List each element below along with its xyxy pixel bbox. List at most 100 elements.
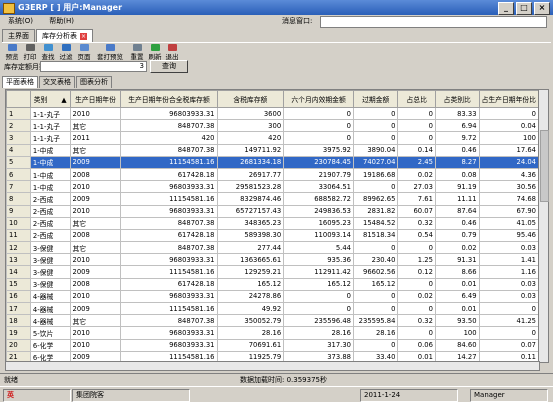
table-cell[interactable]: 11154581.16 <box>120 192 218 206</box>
tab-cross-table[interactable]: 交叉表格 <box>39 76 75 88</box>
table-cell[interactable]: 96803933.31 <box>120 326 218 340</box>
table-cell[interactable]: 4-器械 <box>29 301 71 316</box>
table-cell[interactable]: 100 <box>434 326 480 340</box>
table-cell[interactable]: 83.33 <box>434 106 480 121</box>
table-cell[interactable]: 2010 <box>69 338 122 352</box>
table-cell[interactable]: 277.44 <box>216 241 285 255</box>
table-cell[interactable]: 0 <box>283 106 354 121</box>
preview-button[interactable]: 预览 <box>5 44 19 61</box>
table-row[interactable]: 18 4-器械 其它 848707.38 350052.79 235596.48 23559… <box>6 314 539 328</box>
table-cell[interactable]: 2010 <box>69 204 122 218</box>
table-cell[interactable]: 0 <box>397 106 436 121</box>
table-cell[interactable]: 235595.84 <box>352 314 399 328</box>
table-row[interactable]: 10 2-西成 其它 848707.38 348365.23 16095.23 15484.… <box>6 216 539 230</box>
table-row[interactable]: 6 1-中成 2008 617428.18 26917.77 21907.79 19186.… <box>6 167 539 182</box>
table-cell[interactable]: 165.12 <box>352 277 399 291</box>
table-cell[interactable]: 0 <box>352 119 399 133</box>
table-cell[interactable]: 230784.45 <box>283 155 354 169</box>
table-cell[interactable]: 49.92 <box>216 301 285 316</box>
query-button[interactable]: 查询 <box>150 60 188 73</box>
table-cell[interactable]: 149711.92 <box>216 143 285 157</box>
menu-help[interactable]: 帮助(H) <box>49 17 74 25</box>
table-cell[interactable]: 2010 <box>69 289 122 304</box>
table-cell[interactable]: 16095.23 <box>283 216 354 230</box>
table-cell[interactable]: 0 <box>352 106 399 121</box>
column-header[interactable]: 过期金额 <box>352 90 399 108</box>
table-cell[interactable]: 3890.04 <box>352 143 399 157</box>
table-cell[interactable]: 19186.68 <box>352 167 399 182</box>
data-grid[interactable]: 类别 ▲ 生产日期年份 生产日期年份合全税库存额 含税库存额 六个月内效期金额 过期金额 占总… <box>5 89 540 363</box>
column-header[interactable]: 六个月内效期金额 <box>283 90 354 108</box>
table-row[interactable]: 20 6-化学 2010 96803933.31 70691.61 317.30 0 0.06… <box>6 338 539 352</box>
row-number[interactable]: 10 <box>6 216 31 230</box>
table-row[interactable]: 14 3-保健 2009 11154581.16 129259.21 112911.42 9… <box>6 265 539 279</box>
table-cell[interactable]: 0 <box>352 289 399 304</box>
table-cell[interactable]: 9.72 <box>434 131 480 145</box>
table-cell[interactable]: 30.56 <box>478 180 539 194</box>
row-number[interactable]: 3 <box>6 131 31 145</box>
table-cell[interactable]: 0.06 <box>397 338 436 352</box>
table-row[interactable]: 7 1-中成 2010 96803933.31 29581523.28 33064.51 0… <box>6 180 539 194</box>
table-cell[interactable]: 3-保健 <box>29 265 71 279</box>
table-cell[interactable]: 8.66 <box>434 265 480 279</box>
table-cell[interactable]: 0 <box>397 131 436 145</box>
table-cell[interactable]: 2831.82 <box>352 204 399 218</box>
table-cell[interactable]: 617428.18 <box>120 167 218 182</box>
table-cell[interactable]: 其它 <box>69 143 122 157</box>
maximize-button[interactable]: □ <box>516 2 532 15</box>
table-cell[interactable]: 2.45 <box>397 155 436 169</box>
row-number[interactable]: 18 <box>6 314 31 328</box>
table-row[interactable]: 2 1-1-丸子 其它 848707.38 300 0 0 0 6.94 0.04 <box>6 119 539 133</box>
table-cell[interactable]: 300 <box>216 119 285 133</box>
table-cell[interactable]: 935.36 <box>283 253 354 267</box>
table-cell[interactable]: 1363665.61 <box>216 253 285 267</box>
table-cell[interactable]: 3-保健 <box>29 277 71 291</box>
close-button[interactable]: × <box>534 2 550 15</box>
table-cell[interactable]: 65727157.43 <box>216 204 285 218</box>
row-number[interactable]: 17 <box>6 301 31 316</box>
table-cell[interactable]: 0 <box>397 277 436 291</box>
row-number[interactable]: 11 <box>6 228 31 243</box>
table-cell[interactable]: 4-器械 <box>29 289 71 304</box>
table-cell[interactable]: 0 <box>397 326 436 340</box>
table-cell[interactable]: 2-西成 <box>29 204 71 218</box>
table-cell[interactable]: 28.16 <box>352 326 399 340</box>
table-row[interactable]: 17 4-器械 2009 11154581.16 49.92 0 0 0 0.01 0 <box>6 301 539 316</box>
table-cell[interactable]: 165.12 <box>216 277 285 291</box>
menu-system[interactable]: 系统(O) <box>8 17 33 25</box>
table-cell[interactable]: 1.16 <box>478 265 539 279</box>
row-number[interactable]: 6 <box>6 167 31 182</box>
table-cell[interactable]: 91.19 <box>434 180 480 194</box>
table-cell[interactable]: 28.16 <box>283 326 354 340</box>
table-cell[interactable]: 81518.34 <box>352 228 399 243</box>
table-cell[interactable]: 0.32 <box>397 216 436 230</box>
table-cell[interactable]: 0.32 <box>397 314 436 328</box>
table-cell[interactable]: 348365.23 <box>216 216 285 230</box>
page-button[interactable]: 页面 <box>77 44 91 61</box>
table-cell[interactable]: 2009 <box>69 192 122 206</box>
table-cell[interactable]: 0.04 <box>478 119 539 133</box>
table-row[interactable]: 9 2-西成 2010 96803933.31 65727157.43 249836.53… <box>6 204 539 218</box>
table-cell[interactable]: 0.46 <box>434 216 480 230</box>
table-cell[interactable]: 0 <box>478 301 539 316</box>
table-cell[interactable]: 0.54 <box>397 228 436 243</box>
table-cell[interactable]: 28.16 <box>216 326 285 340</box>
table-cell[interactable]: 26917.77 <box>216 167 285 182</box>
row-number[interactable]: 4 <box>6 143 31 157</box>
row-number[interactable]: 1 <box>6 106 31 121</box>
table-cell[interactable]: 165.12 <box>283 277 354 291</box>
table-cell[interactable]: 0 <box>283 301 354 316</box>
table-cell[interactable]: 2010 <box>69 253 122 267</box>
table-cell[interactable]: 848707.38 <box>120 216 218 230</box>
table-cell[interactable]: 93.50 <box>434 314 480 328</box>
table-cell[interactable]: 0.08 <box>434 167 480 182</box>
table-cell[interactable]: 2008 <box>69 167 122 182</box>
table-cell[interactable]: 0.01 <box>434 277 480 291</box>
table-cell[interactable]: 0 <box>283 289 354 304</box>
table-cell[interactable]: 2009 <box>69 301 122 316</box>
table-cell[interactable]: 24278.86 <box>216 289 285 304</box>
table-cell[interactable]: 11154581.16 <box>120 155 218 169</box>
table-row[interactable]: 11 2-西成 2008 617428.18 589398.30 110093.14 815… <box>6 228 539 243</box>
column-header[interactable]: 占总比 <box>397 90 436 108</box>
table-cell[interactable]: 589398.30 <box>216 228 285 243</box>
